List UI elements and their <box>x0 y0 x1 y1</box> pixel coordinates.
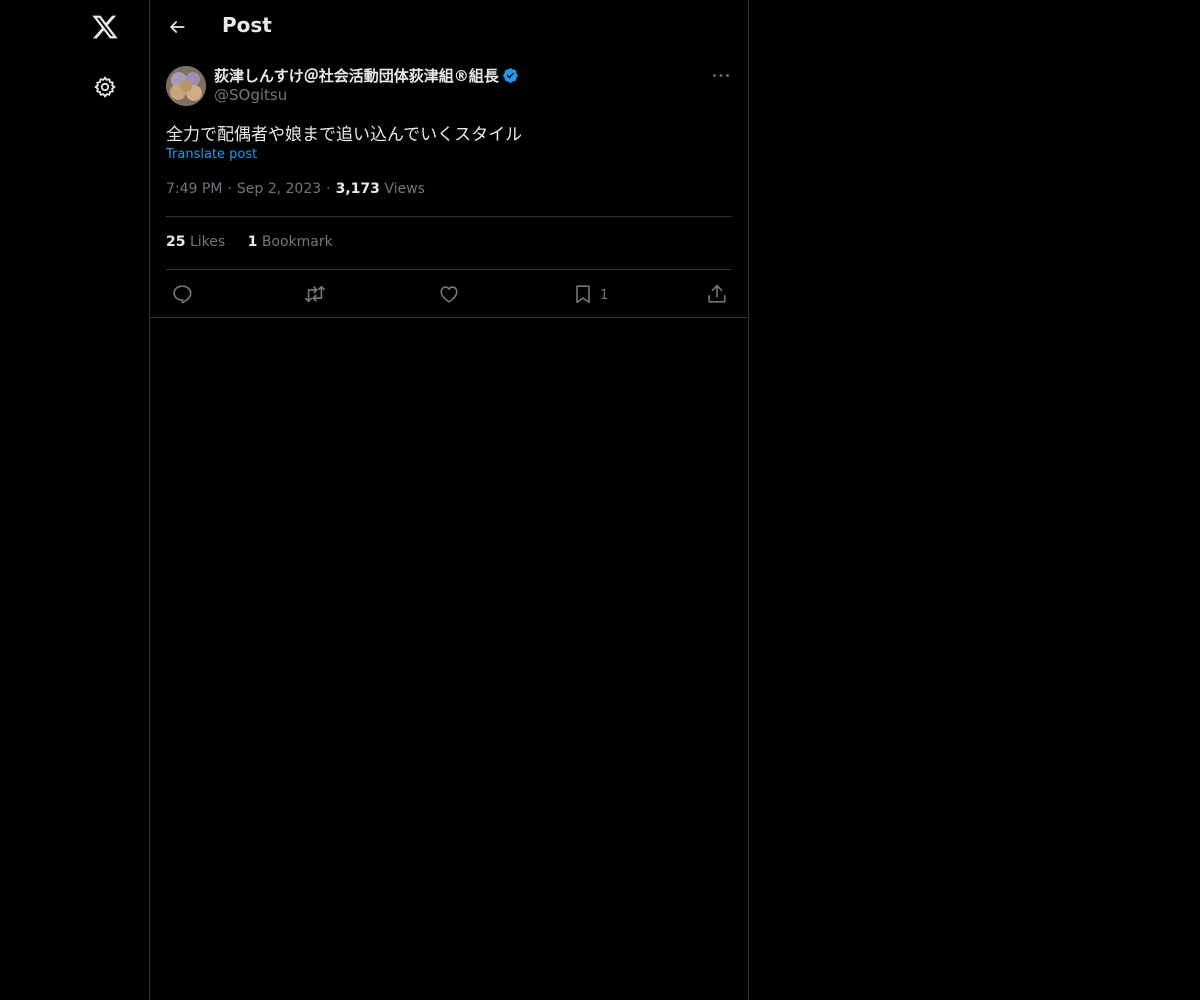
page-title: Post <box>222 13 272 37</box>
back-arrow-icon[interactable] <box>164 14 190 40</box>
heart-icon <box>440 286 458 303</box>
reply-icon <box>173 285 192 304</box>
post-text: 全力で配偶者や娘まで追い込んでいくスタイル <box>166 125 523 145</box>
like-button[interactable] <box>438 281 460 307</box>
action-bar: 1 <box>166 281 732 307</box>
bookmarks-count: 1 <box>247 234 258 250</box>
author-name[interactable]: 荻津しんすけ＠社会活動団体荻津組®組長 <box>214 65 519 86</box>
header: Post <box>150 0 748 54</box>
share-button[interactable] <box>706 281 728 307</box>
post-meta: 7:49 PM · Sep 2, 2023 · 3,173 Views <box>166 181 425 197</box>
views-label: Views <box>384 181 425 197</box>
gear-icon[interactable] <box>90 72 120 102</box>
divider <box>166 269 732 270</box>
separator: · <box>227 181 232 197</box>
verified-badge-icon <box>502 67 519 84</box>
author-handle[interactable]: @SOgitsu <box>214 86 287 104</box>
post-stats: 25 Likes 1 Bookmark <box>166 234 351 250</box>
likes-count: 25 <box>166 234 186 250</box>
divider <box>150 317 748 318</box>
bookmark-icon <box>576 285 590 304</box>
post-date[interactable]: Sep 2, 2023 <box>237 181 321 197</box>
x-logo-icon[interactable] <box>90 12 120 42</box>
avatar[interactable] <box>166 66 206 106</box>
reply-button[interactable] <box>171 281 193 307</box>
separator: · <box>326 181 331 197</box>
likes-label: Likes <box>189 234 226 250</box>
likes-stat[interactable]: 25 Likes <box>166 234 225 250</box>
left-nav <box>0 0 150 1000</box>
views-count: 3,173 <box>335 181 380 197</box>
main-column: Post 荻津しんすけ＠社会活動団体荻津組®組長 @SOgitsu 全力で配偶者… <box>149 0 749 1000</box>
repost-button[interactable] <box>304 281 326 307</box>
share-icon <box>708 284 726 303</box>
repost-icon <box>305 285 325 303</box>
bookmarks-stat[interactable]: 1 Bookmark <box>248 234 333 250</box>
bookmark-button[interactable]: 1 <box>572 281 608 307</box>
bookmark-count: 1 <box>600 287 609 303</box>
translate-post-link[interactable]: Translate post <box>166 147 257 162</box>
post-time[interactable]: 7:49 PM <box>166 181 222 197</box>
author-display-name: 荻津しんすけ＠社会活動団体荻津組®組長 <box>214 67 499 85</box>
more-options-icon[interactable] <box>710 66 732 84</box>
bookmarks-label: Bookmark <box>261 234 333 250</box>
divider <box>166 216 732 217</box>
